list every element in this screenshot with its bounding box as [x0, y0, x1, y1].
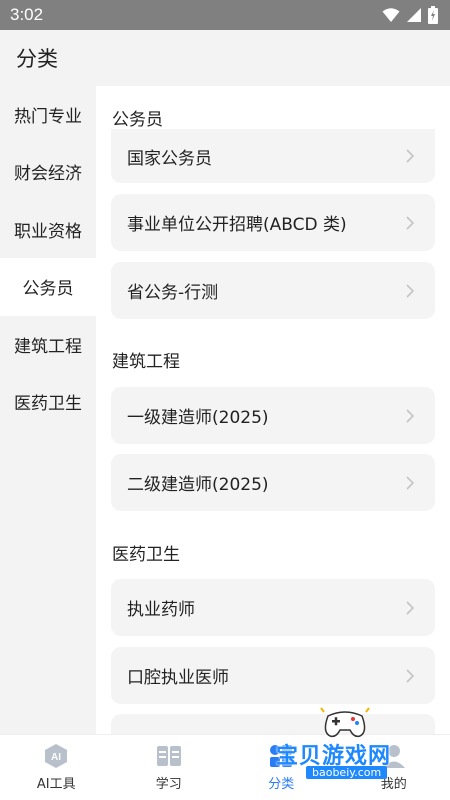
ai-tool-icon: AI — [45, 744, 68, 768]
chevron-right-icon — [406, 149, 415, 163]
status-time: 3:02 — [10, 5, 44, 24]
list-item-label: 执业药师 — [127, 600, 195, 620]
sidebar-item-label: 公务员 — [22, 279, 74, 300]
list-item-oral-physician[interactable]: 口腔执业医师 — [111, 647, 435, 704]
section-title-medicine: 医药卫生 — [112, 545, 180, 565]
section-title-civil-servant: 公务员 — [112, 110, 163, 130]
chevron-right-icon — [406, 408, 415, 423]
sidebar-item-finance-economics[interactable]: 财会经济 — [0, 143, 96, 201]
gamepad-icon — [320, 707, 370, 738]
sidebar-item-construction[interactable]: 建筑工程 — [0, 316, 96, 374]
sidebar-item-civil-servant[interactable]: 公务员 — [0, 258, 96, 316]
chevron-right-icon — [406, 668, 415, 683]
list-item-label: 国家公务员 — [127, 148, 212, 169]
sidebar-item-professional-qualification[interactable]: 职业资格 — [0, 201, 96, 259]
list-item-public-institution-recruitment[interactable]: 事业单位公开招聘(ABCD 类) — [111, 194, 435, 251]
status-icons — [382, 6, 438, 24]
status-bar: 3:02 — [0, 0, 450, 30]
cellular-icon — [407, 8, 421, 22]
sidebar-item-label: 职业资格 — [14, 221, 82, 242]
list-item-label: 事业单位公开招聘(ABCD 类) — [127, 215, 347, 235]
sidebar-item-medicine[interactable]: 医药卫生 — [0, 373, 96, 431]
category-sidebar: 热门专业 财会经济 职业资格 公务员 建筑工程 医药卫生 — [0, 86, 96, 734]
category-content[interactable]: 公务员 国家公务员 事业单位公开招聘(ABCD 类) 省公务-行测 建筑工程 一… — [96, 86, 450, 734]
sidebar-item-label: 医药卫生 — [14, 394, 82, 415]
wifi-icon — [382, 8, 400, 22]
page-header: 分类 — [0, 30, 450, 86]
list-item-first-class-constructor[interactable]: 一级建造师(2025) — [111, 387, 435, 444]
watermark-logo: 宝贝游戏网 baobeiy.com — [270, 706, 440, 792]
chevron-right-icon — [406, 283, 415, 298]
chevron-right-icon — [406, 600, 415, 615]
chevron-right-icon — [406, 215, 415, 230]
sidebar-item-label: 建筑工程 — [14, 336, 82, 357]
sidebar-item-label: 热门专业 — [14, 107, 82, 127]
book-icon — [156, 746, 181, 766]
list-item-label: 省公务-行测 — [127, 283, 219, 303]
section-title-construction: 建筑工程 — [112, 352, 180, 372]
tab-label: AI工具 — [36, 777, 76, 792]
list-item-label: 一级建造师(2025) — [127, 408, 269, 428]
list-item-label: 口腔执业医师 — [127, 668, 229, 688]
battery-icon — [428, 6, 438, 24]
tab-ai-tools[interactable]: AI AI工具 — [0, 735, 113, 800]
list-item-national-civil-servant[interactable]: 国家公务员 — [111, 129, 435, 183]
svg-text:AI: AI — [51, 752, 61, 763]
list-item-second-class-constructor[interactable]: 二级建造师(2025) — [111, 454, 435, 511]
list-item-label: 二级建造师(2025) — [127, 475, 269, 495]
chevron-right-icon — [406, 475, 415, 490]
list-item-provincial-civil-service-test[interactable]: 省公务-行测 — [111, 262, 435, 319]
tab-study[interactable]: 学习 — [113, 735, 226, 800]
sidebar-item-label: 财会经济 — [14, 164, 82, 185]
list-item-licensed-pharmacist[interactable]: 执业药师 — [111, 579, 435, 636]
tab-label: 学习 — [155, 777, 182, 792]
sidebar-item-hot-majors[interactable]: 热门专业 — [0, 86, 96, 143]
watermark-url: baobeiy.com — [306, 766, 388, 779]
page-title: 分类 — [16, 47, 58, 71]
